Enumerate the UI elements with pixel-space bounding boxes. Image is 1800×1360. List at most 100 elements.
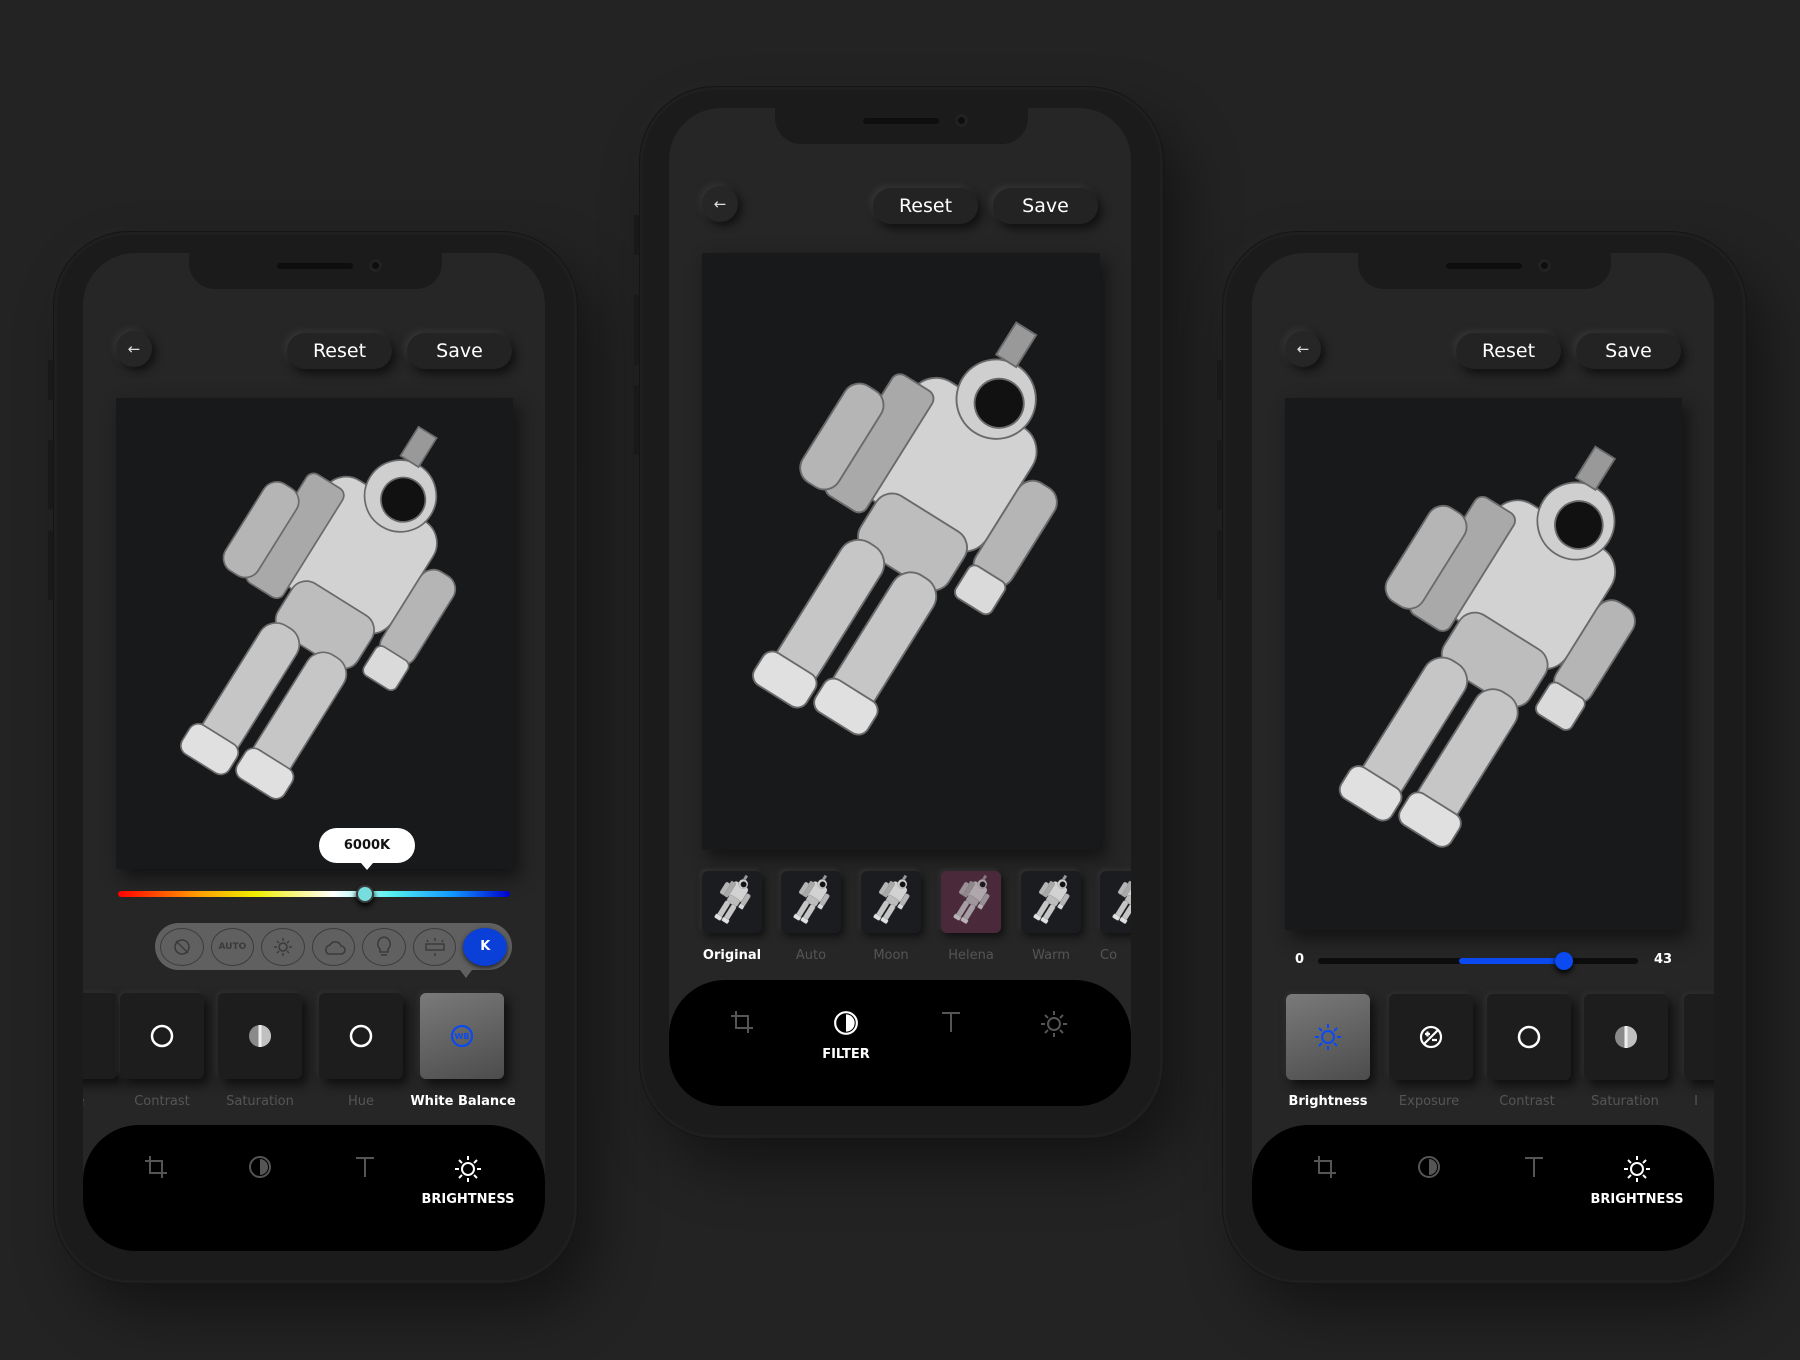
filter-warm[interactable] xyxy=(1021,871,1081,933)
speaker xyxy=(277,263,353,269)
volume-up-button xyxy=(634,295,639,365)
filter-label: Helena xyxy=(948,948,994,963)
screen: ← Reset Save Original Auto Moon Helena W… xyxy=(669,108,1131,1106)
cloud-icon[interactable] xyxy=(311,927,356,966)
astronaut-image xyxy=(1299,430,1668,882)
saturation-icon xyxy=(1615,1026,1637,1048)
brightness-slider-thumb[interactable] xyxy=(1555,952,1574,970)
kelvin-button[interactable]: K xyxy=(463,927,508,966)
arrow-left-icon: ← xyxy=(713,195,727,213)
screen: ← Reset Save 6000K AUTO K re Contrast Sa… xyxy=(83,253,545,1251)
reset-button[interactable]: Reset xyxy=(873,188,978,224)
no-flash-icon[interactable] xyxy=(160,927,204,966)
nav-active-label: BRIGHTNESS xyxy=(1590,1192,1684,1207)
filter-helena[interactable] xyxy=(941,871,1001,933)
nav-filter[interactable] xyxy=(240,1155,280,1183)
tool-tile-partial[interactable] xyxy=(83,993,117,1079)
svg-text:WB: WB xyxy=(455,1032,470,1041)
filter-label: Auto xyxy=(795,948,827,963)
tool-tile-partial[interactable] xyxy=(1684,994,1714,1080)
brightness-icon xyxy=(455,1156,481,1182)
filter-icon xyxy=(1418,1156,1440,1178)
nav-crop[interactable] xyxy=(722,1010,762,1038)
filter-label: Co xyxy=(1100,948,1118,963)
astronaut-image xyxy=(711,282,1091,771)
fluorescent-icon[interactable] xyxy=(412,927,457,966)
volume-up-button xyxy=(48,440,53,510)
bottom-nav: FILTER xyxy=(669,980,1131,1106)
nav-crop[interactable] xyxy=(136,1155,176,1183)
arrow-left-icon: ← xyxy=(127,340,141,358)
photo-preview xyxy=(1285,398,1682,930)
save-button[interactable]: Save xyxy=(407,333,512,369)
tool-label: Hue xyxy=(347,1094,374,1109)
back-button[interactable]: ← xyxy=(702,186,738,222)
power-button xyxy=(1164,320,1169,420)
save-button[interactable]: Save xyxy=(1576,333,1681,369)
tool-white-balance[interactable]: WB xyxy=(420,993,504,1079)
nav-filter[interactable] xyxy=(826,1010,866,1040)
tool-label: I xyxy=(1694,1094,1698,1109)
nav-text[interactable] xyxy=(931,1010,971,1038)
filter-thumbnail xyxy=(707,874,757,928)
nav-text[interactable] xyxy=(1514,1155,1554,1183)
tool-label: Saturation xyxy=(1591,1094,1659,1109)
temperature-slider-thumb[interactable] xyxy=(355,885,374,903)
tool-label: Exposure xyxy=(1398,1094,1460,1109)
save-button[interactable]: Save xyxy=(993,188,1098,224)
auto-icon[interactable]: AUTO xyxy=(210,927,255,966)
tool-exposure[interactable] xyxy=(1389,994,1473,1080)
nav-brightness[interactable] xyxy=(1617,1155,1657,1187)
nav-brightness[interactable] xyxy=(1034,1010,1074,1042)
volume-down-button xyxy=(1217,530,1222,600)
filter-auto[interactable] xyxy=(781,871,841,933)
filter-partial[interactable] xyxy=(1100,871,1131,933)
reset-button[interactable]: Reset xyxy=(287,333,392,369)
tool-saturation[interactable] xyxy=(1584,994,1668,1080)
reset-button[interactable]: Reset xyxy=(1456,333,1561,369)
filter-thumbnail xyxy=(946,874,996,928)
filter-original[interactable] xyxy=(702,871,762,933)
filter-moon[interactable] xyxy=(861,871,921,933)
nav-active-label: BRIGHTNESS xyxy=(421,1192,515,1207)
notch xyxy=(1358,253,1611,289)
photo-preview xyxy=(702,253,1100,850)
tool-contrast[interactable] xyxy=(1487,994,1571,1080)
back-button[interactable]: ← xyxy=(1285,331,1321,367)
crop-icon xyxy=(731,1011,753,1033)
back-button[interactable]: ← xyxy=(116,331,152,367)
tool-label: Brightness xyxy=(1288,1094,1368,1109)
camera xyxy=(955,114,968,127)
nav-text[interactable] xyxy=(345,1155,385,1183)
filter-icon xyxy=(834,1011,858,1035)
filter-thumbnail xyxy=(786,874,836,928)
nav-brightness[interactable] xyxy=(448,1155,488,1187)
temperature-tooltip: 6000K xyxy=(319,828,415,870)
arrow-left-icon: ← xyxy=(1296,340,1310,358)
phone-white-balance: ← Reset Save 6000K AUTO K re Contrast Sa… xyxy=(48,235,583,1280)
text-icon xyxy=(1525,1157,1543,1177)
saturation-icon xyxy=(249,1025,271,1047)
tool-saturation[interactable] xyxy=(218,993,302,1079)
tool-brightness[interactable] xyxy=(1286,994,1370,1080)
tool-contrast[interactable] xyxy=(120,993,204,1079)
tool-hue[interactable] xyxy=(319,993,403,1079)
sun-icon[interactable] xyxy=(261,927,305,966)
filter-thumbnail xyxy=(866,874,916,928)
volume-down-button xyxy=(634,385,639,455)
brightness-icon xyxy=(1041,1011,1067,1037)
nav-crop[interactable] xyxy=(1305,1155,1345,1183)
text-icon xyxy=(942,1012,960,1032)
hue-icon xyxy=(349,1024,373,1048)
nav-filter[interactable] xyxy=(1409,1155,1449,1183)
brightness-slider[interactable] xyxy=(1318,952,1638,970)
bottom-nav: BRIGHTNESS xyxy=(83,1125,545,1251)
tool-label: Contrast xyxy=(1499,1094,1555,1109)
temperature-slider[interactable] xyxy=(118,885,510,903)
speaker xyxy=(863,118,939,124)
slider-min-label: 0 xyxy=(1295,952,1305,967)
bulb-icon[interactable] xyxy=(362,927,406,966)
contrast-icon xyxy=(1517,1025,1541,1049)
mute-switch xyxy=(1217,360,1222,400)
filter-label: Original xyxy=(702,948,762,963)
